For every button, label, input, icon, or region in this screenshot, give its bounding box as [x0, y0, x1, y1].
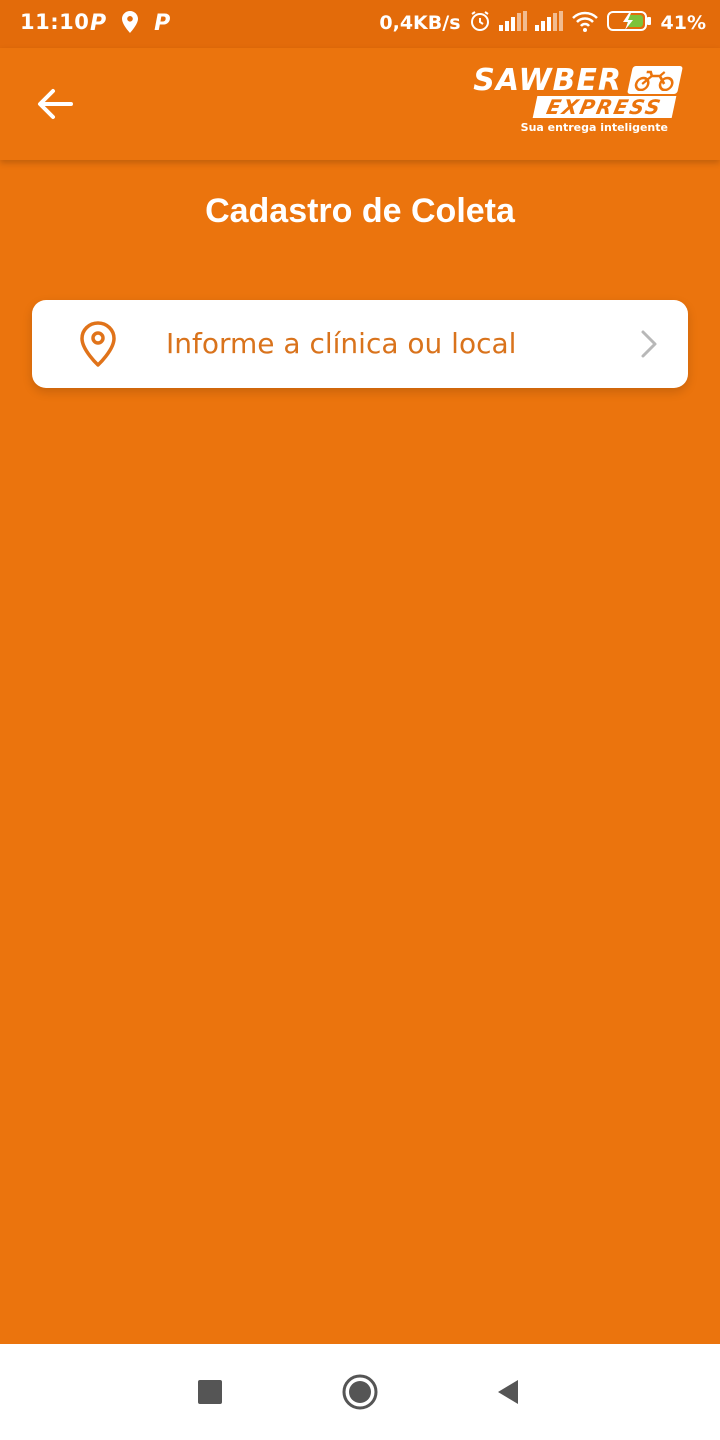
network-speed: 0,4KB/s: [379, 12, 461, 34]
location-pin-icon: [80, 321, 116, 367]
back-button[interactable]: [26, 80, 84, 128]
chevron-right-icon: [641, 330, 657, 358]
battery-percentage: 41%: [660, 12, 706, 34]
parking-icon: P: [90, 11, 107, 36]
app-bar: SAWBER EXPRESS Sua entrega inteligente: [0, 48, 720, 160]
back-nav-button[interactable]: [488, 1372, 528, 1412]
status-time: 11:10: [20, 10, 90, 34]
signal-icon: [534, 11, 563, 35]
location-placeholder: Informe a clínica ou local: [166, 327, 517, 360]
system-icons: 0,4KB/s 41%: [379, 10, 706, 36]
logo-sawber-text: SAWBER: [473, 63, 622, 98]
location-icon: [122, 11, 139, 37]
page-title: Cadastro de Coleta: [205, 192, 515, 230]
sawber-express-logo: SAWBER EXPRESS Sua entrega inteligente: [410, 63, 683, 136]
location-selector[interactable]: Informe a clínica ou local: [32, 300, 688, 388]
notification-icons: P P: [90, 11, 170, 37]
logo-tagline: Sua entrega inteligente: [520, 121, 668, 134]
back-triangle-icon: [498, 1380, 518, 1404]
signal-icon: [498, 11, 527, 35]
recents-button[interactable]: [190, 1372, 230, 1412]
wifi-icon: [571, 10, 599, 36]
logo-express-text: EXPRESS: [532, 95, 677, 119]
home-circle-icon: [342, 1374, 378, 1410]
motorcycle-icon: [627, 66, 683, 94]
system-navigation-bar: [0, 1344, 720, 1440]
alarm-icon: [469, 10, 491, 36]
home-button[interactable]: [340, 1372, 380, 1412]
arrow-left-icon: [38, 89, 73, 119]
recents-square-icon: [198, 1380, 222, 1404]
parking-icon: P: [154, 11, 171, 36]
battery-charging-icon: [606, 10, 653, 36]
status-bar: 11:10 P P 0,4KB/s 41%: [0, 0, 720, 48]
